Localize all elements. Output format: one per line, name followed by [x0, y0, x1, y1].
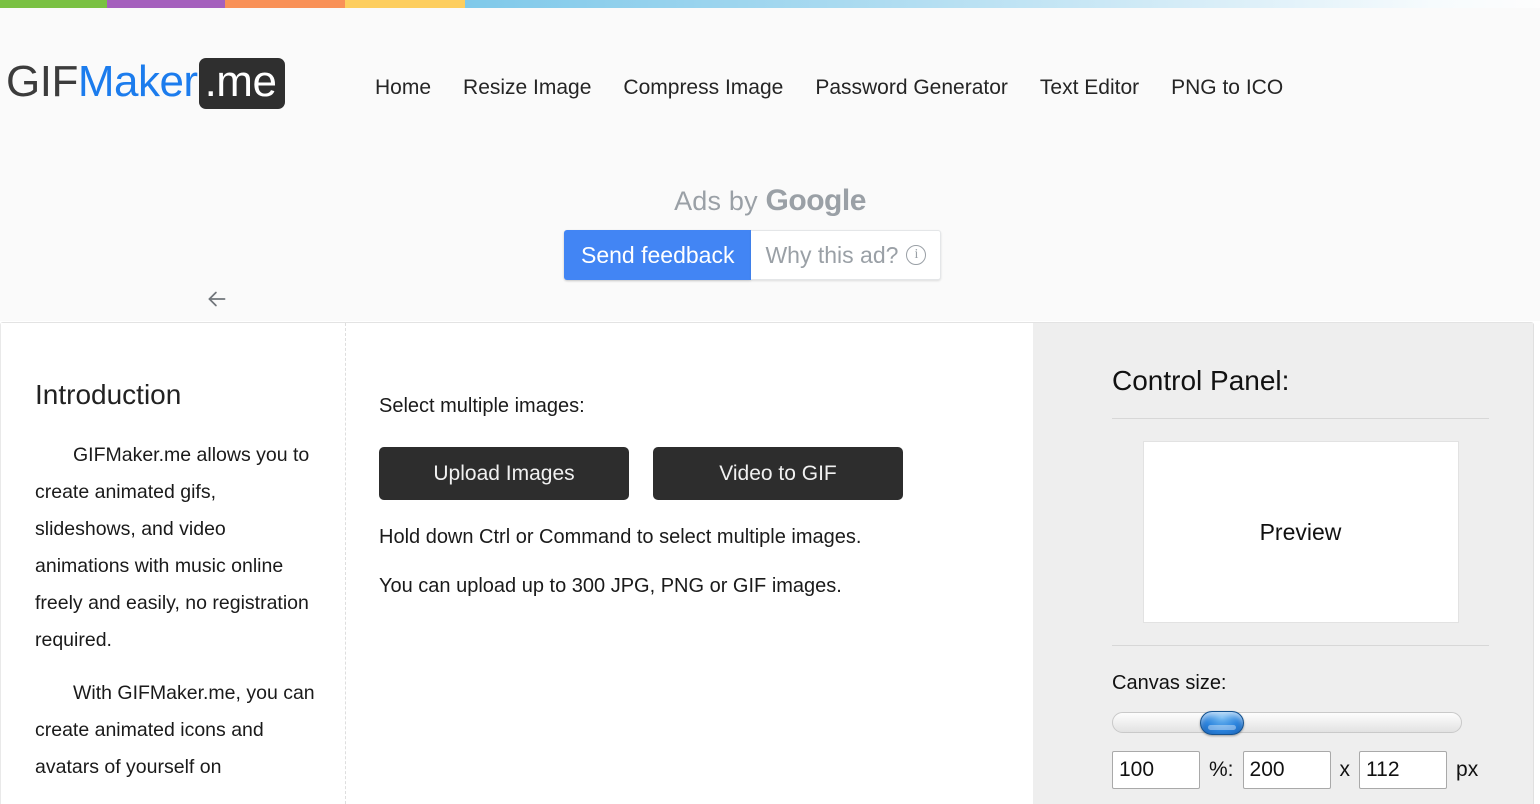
logo-text-maker: Maker: [77, 57, 198, 106]
main-navigation: Home Resize Image Compress Image Passwor…: [375, 76, 1299, 100]
site-logo[interactable]: GIFMaker .me: [6, 57, 286, 109]
upload-images-button[interactable]: Upload Images: [379, 447, 629, 500]
top-color-strip: [0, 0, 1540, 8]
logo-text-gif: GIF: [6, 57, 78, 106]
introduction-paragraph-1: GIFMaker.me allows you to create animate…: [35, 444, 310, 651]
introduction-title: Introduction: [35, 379, 182, 410]
hint-ctrl-command: Hold down Ctrl or Command to select mult…: [379, 526, 862, 548]
control-panel: Control Panel: Preview Canvas size: %: x…: [1033, 323, 1533, 804]
advertisement-area: Ads by Google Send feedback Why this ad?…: [0, 123, 1540, 321]
site-header: GIFMaker .me Home Resize Image Compress I…: [0, 8, 1540, 123]
right-page-gutter: [1534, 322, 1540, 804]
nav-item-text-editor[interactable]: Text Editor: [1024, 76, 1155, 100]
introduction-paragraph-2: With GIFMaker.me, you can create animate…: [35, 682, 315, 778]
video-to-gif-button[interactable]: Video to GIF: [653, 447, 903, 500]
strip-segment-green: [0, 0, 107, 8]
canvas-size-inputs: %: x px: [1112, 751, 1489, 789]
canvas-size-section: Canvas size: %: x px: [1112, 646, 1489, 789]
canvas-width-input[interactable]: [1242, 751, 1331, 789]
strip-segment-purple: [107, 0, 225, 8]
why-this-ad-button[interactable]: Why this ad? i: [751, 230, 942, 280]
info-icon: i: [906, 245, 927, 265]
percent-symbol-label: %:: [1209, 758, 1234, 781]
nav-item-compress-image[interactable]: Compress Image: [607, 76, 799, 100]
preview-container: Preview: [1112, 419, 1489, 645]
strip-segment-orange: [225, 0, 345, 8]
canvas-size-slider-handle[interactable]: [1200, 711, 1244, 735]
back-arrow-icon[interactable]: [201, 283, 233, 315]
canvas-height-input[interactable]: [1359, 751, 1448, 789]
strip-segment-yellow: [345, 0, 465, 8]
upload-panel: Select multiple images: Upload Images Vi…: [346, 323, 1033, 804]
preview-box[interactable]: Preview: [1142, 441, 1459, 623]
strip-segment-blue-fade: [465, 0, 1540, 8]
control-panel-title: Control Panel:: [1112, 365, 1290, 396]
dimension-separator-label: x: [1339, 758, 1351, 781]
nav-item-resize-image[interactable]: Resize Image: [447, 76, 607, 100]
nav-item-png-to-ico[interactable]: PNG to ICO: [1155, 76, 1299, 100]
upload-button-group: Upload Images Video to GIF: [379, 447, 1033, 500]
why-this-ad-label: Why this ad?: [765, 242, 899, 268]
select-images-label: Select multiple images:: [379, 395, 585, 417]
ads-by-prefix: Ads by: [674, 186, 766, 216]
nav-item-home[interactable]: Home: [375, 76, 447, 100]
canvas-size-label: Canvas size:: [1112, 672, 1227, 694]
main-content: Introduction GIFMaker.me allows you to c…: [0, 322, 1534, 804]
nav-item-password-generator[interactable]: Password Generator: [799, 76, 1024, 100]
canvas-percent-input[interactable]: [1112, 751, 1200, 789]
px-unit-label: px: [1456, 758, 1479, 781]
logo-text-me: .me: [198, 58, 286, 109]
canvas-size-slider[interactable]: [1112, 711, 1462, 735]
send-feedback-button[interactable]: Send feedback: [564, 230, 752, 280]
ads-by-google-label: Ads by Google: [0, 184, 1540, 218]
google-brand-text: Google: [765, 184, 867, 217]
ad-button-group: Send feedback Why this ad? i: [564, 230, 942, 280]
introduction-panel: Introduction GIFMaker.me allows you to c…: [1, 323, 346, 804]
hint-upload-limit: You can upload up to 300 JPG, PNG or GIF…: [379, 575, 842, 597]
